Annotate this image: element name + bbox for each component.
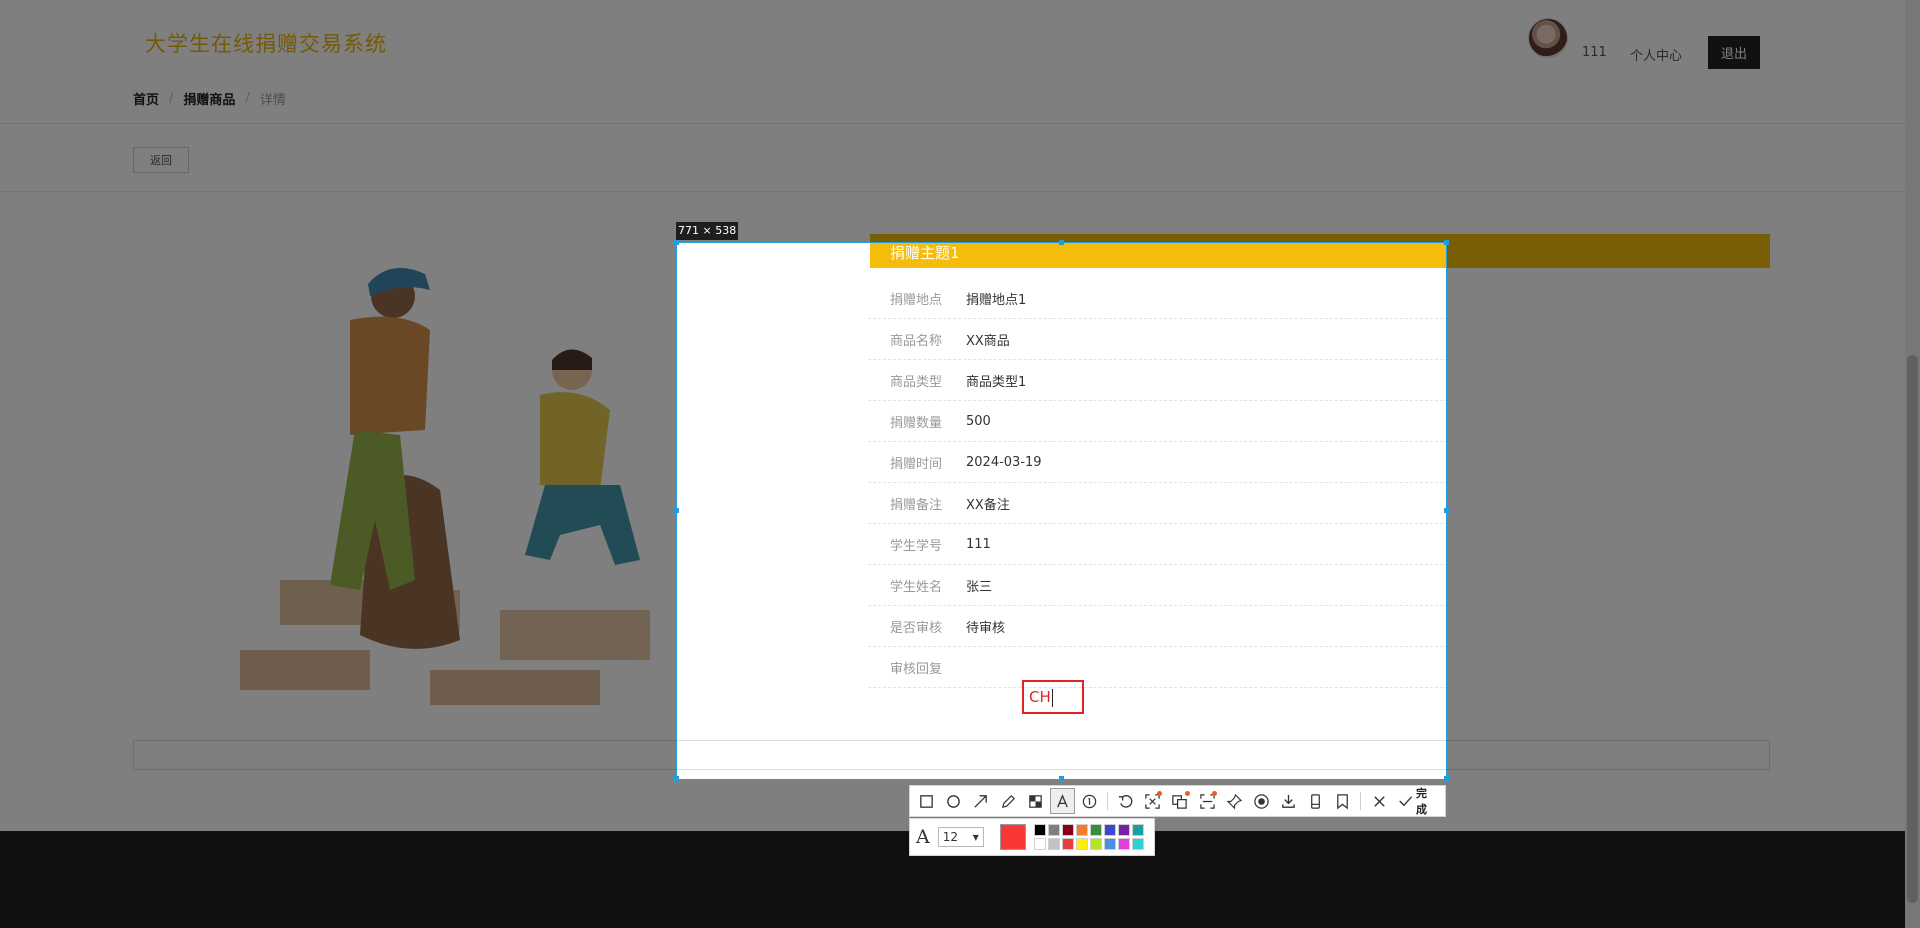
color-swatch[interactable] [1103, 838, 1116, 850]
color-swatch[interactable] [1131, 838, 1144, 850]
resize-handle[interactable] [1444, 240, 1449, 245]
color-swatch[interactable] [1131, 824, 1144, 836]
toolbar-divider [1360, 792, 1362, 810]
text-options-toolbar: A 12 ▾ [909, 818, 1155, 856]
toolbar-divider [1107, 792, 1109, 810]
resize-handle[interactable] [674, 240, 679, 245]
color-swatch[interactable] [1061, 824, 1074, 836]
annotation-text-input[interactable]: CH [1022, 680, 1084, 714]
done-label: 完成 [1415, 787, 1427, 816]
annotation-text: CH [1029, 688, 1051, 706]
undo-icon[interactable] [1113, 788, 1138, 814]
font-size-select[interactable]: 12 ▾ [937, 827, 984, 847]
color-swatch[interactable] [1089, 838, 1102, 850]
color-swatch[interactable] [1117, 824, 1130, 836]
color-swatch[interactable] [1075, 824, 1088, 836]
color-swatch[interactable] [1061, 838, 1074, 850]
translate-icon[interactable] [1167, 788, 1192, 814]
resize-handle[interactable] [674, 508, 679, 513]
resize-handle[interactable] [674, 776, 679, 781]
dim-overlay-top [0, 0, 1920, 242]
number-marker-icon[interactable] [1077, 788, 1102, 814]
resize-handle[interactable] [1444, 776, 1449, 781]
selection-size-label: 771 × 538 [676, 222, 739, 240]
ocr-icon[interactable] [1140, 788, 1165, 814]
color-palette [1033, 824, 1144, 850]
resize-handle[interactable] [1059, 776, 1064, 781]
dim-overlay-right [1447, 242, 1920, 780]
arrow-tool-icon[interactable] [968, 788, 993, 814]
resize-handle[interactable] [1059, 240, 1064, 245]
close-icon[interactable] [1366, 788, 1391, 814]
color-swatch[interactable] [1033, 824, 1046, 836]
text-tool-icon[interactable] [1049, 788, 1075, 814]
snip-toolbar: 完成 [909, 785, 1446, 817]
color-swatch[interactable] [1075, 838, 1088, 850]
done-button[interactable]: 完成 [1394, 785, 1442, 817]
mosaic-tool-icon[interactable] [1023, 788, 1048, 814]
new-badge-icon [1157, 791, 1163, 796]
font-size-value: 12 [942, 830, 959, 844]
scan-icon[interactable] [1195, 788, 1220, 814]
record-icon[interactable] [1249, 788, 1274, 814]
dim-overlay-left [0, 242, 676, 780]
download-icon[interactable] [1276, 788, 1301, 814]
color-swatch[interactable] [1117, 838, 1130, 850]
rectangle-tool-icon[interactable] [914, 788, 939, 814]
long-screenshot-icon[interactable] [1303, 788, 1328, 814]
color-swatch[interactable] [1103, 824, 1116, 836]
pen-tool-icon[interactable] [995, 788, 1020, 814]
new-badge-icon [1211, 791, 1217, 796]
pin-icon[interactable] [1222, 788, 1247, 814]
new-badge-icon [1184, 791, 1190, 796]
chevron-down-icon: ▾ [972, 830, 979, 844]
color-swatch[interactable] [1047, 838, 1060, 850]
color-swatch[interactable] [1089, 824, 1102, 836]
text-caret [1051, 688, 1053, 707]
resize-handle[interactable] [1444, 508, 1449, 513]
color-swatch[interactable] [1047, 824, 1060, 836]
bookmark-icon[interactable] [1330, 788, 1355, 814]
current-color-swatch[interactable] [999, 824, 1026, 850]
color-swatch[interactable] [1033, 838, 1046, 850]
font-icon: A [916, 826, 930, 848]
checkmark-icon [1398, 796, 1412, 807]
ellipse-tool-icon[interactable] [941, 788, 966, 814]
